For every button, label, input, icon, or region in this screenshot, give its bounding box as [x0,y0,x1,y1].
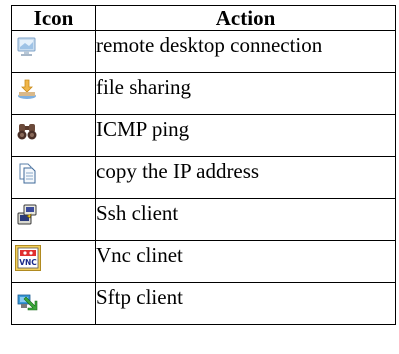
table-header-row: Icon Action [11,5,396,31]
icon-action-table: Icon Action remote desktop connection fi… [11,5,396,325]
icon-cell [11,72,96,115]
sftp-client-icon [15,287,39,311]
action-cell: copy the IP address [95,156,396,199]
icon-cell [11,198,96,241]
vnc-icon: VNC [15,245,41,271]
ssh-client-icon [15,203,39,227]
icon-cell [11,282,96,325]
remote-desktop-icon [15,35,39,59]
action-cell: ICMP ping [95,114,396,157]
copy-document-icon [15,161,39,185]
action-cell: Vnc clinet [95,240,396,283]
action-cell: Sftp client [95,282,396,325]
binoculars-icon [15,119,39,143]
icon-cell [11,114,96,157]
table-row: copy the IP address [11,156,396,199]
action-cell: file sharing [95,72,396,115]
icon-cell [11,30,96,73]
table-row: ICMP ping [11,114,396,157]
table-row: Sftp client [11,282,396,325]
file-sharing-icon [15,77,39,101]
vnc-icon-label: VNC [19,258,37,267]
icon-cell [11,156,96,199]
column-header-icon: Icon [11,5,96,31]
icon-cell: VNC [11,240,96,283]
table-row: VNC Vnc clinet [11,240,396,283]
table-row: Ssh client [11,198,396,241]
action-cell: remote desktop connection [95,30,396,73]
column-header-action: Action [95,5,396,31]
table-row: file sharing [11,72,396,115]
table-row: remote desktop connection [11,30,396,73]
action-cell: Ssh client [95,198,396,241]
